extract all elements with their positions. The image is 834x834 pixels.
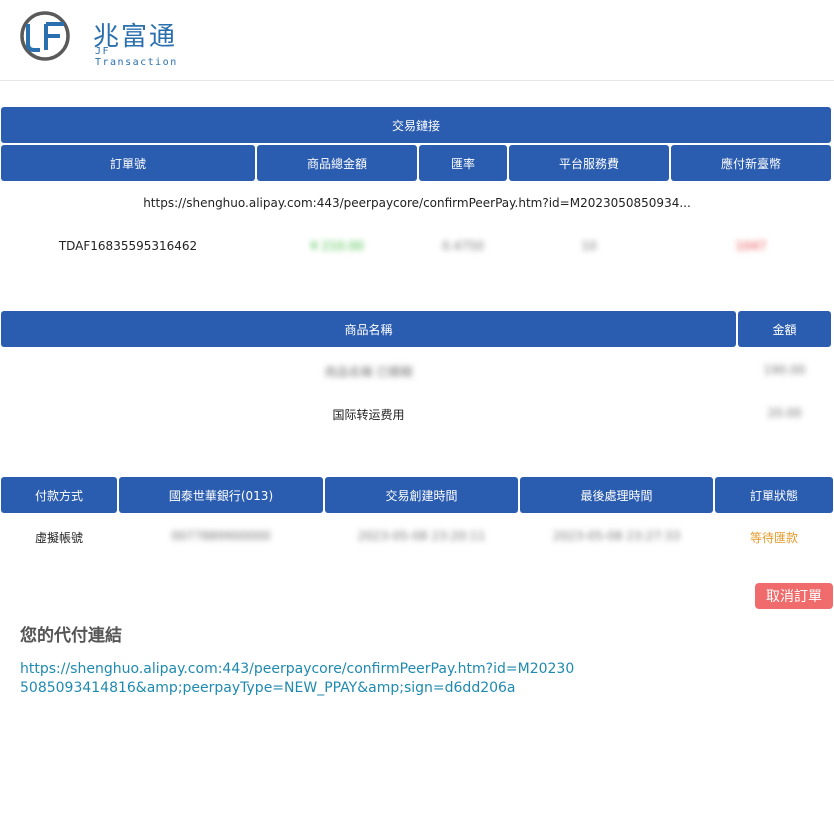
col-item-amount: 金額 xyxy=(738,311,831,347)
payable-value: 1047 xyxy=(735,239,767,253)
col-item-name: 商品名稱 xyxy=(1,311,736,347)
col-bank: 國泰世華銀行(013) xyxy=(119,477,323,513)
cancel-order-button[interactable]: 取消訂單 xyxy=(755,583,833,609)
order-status-badge: 等待匯款 xyxy=(749,531,798,545)
col-order-no: 訂單號 xyxy=(1,145,255,181)
site-header: 兆富通 JF Transaction xyxy=(0,0,834,81)
total-amount-value: ¥ 210.00 xyxy=(310,239,364,253)
col-payable-twd: 應付新臺幣 xyxy=(671,145,831,181)
share-payment-link[interactable]: https://shenghuo.alipay.com:443/peerpayc… xyxy=(20,660,580,698)
fee-value: 10 xyxy=(581,239,597,253)
rate-value: 0.4750 xyxy=(442,239,484,253)
jf-logo-icon xyxy=(20,11,70,61)
item-amount: 20.00 xyxy=(767,406,802,420)
col-order-status: 訂單狀態 xyxy=(715,477,833,513)
created-time-value: 2023-05-08 23:20:11 xyxy=(357,529,486,543)
col-payment-method: 付款方式 xyxy=(1,477,117,513)
col-created-time: 交易創建時間 xyxy=(325,477,518,513)
col-total-amount: 商品總金額 xyxy=(257,145,417,181)
transaction-link-header: 交易鏈接 xyxy=(1,107,831,143)
col-updated-time: 最後處理時間 xyxy=(520,477,713,513)
transaction-link[interactable]: https://shenghuo.alipay.com:443/peerpayc… xyxy=(0,196,834,210)
brand-logo[interactable]: 兆富通 JF Transaction xyxy=(18,10,178,68)
updated-time-value: 2023-05-08 23:27:33 xyxy=(552,529,681,543)
col-platform-fee: 平台服務費 xyxy=(509,145,669,181)
order-number: TDAF16835595316462 xyxy=(58,239,198,253)
item-name: 商品名稱 已模糊 xyxy=(324,365,413,379)
bank-account-value: 0077889900000 xyxy=(171,529,271,543)
col-rate: 匯率 xyxy=(419,145,507,181)
item-name: 国际转运费用 xyxy=(332,408,405,422)
share-link-title: 您的代付連結 xyxy=(20,626,122,646)
payment-method-value: 虛擬帳號 xyxy=(34,531,83,545)
item-amount: 190.00 xyxy=(763,363,806,377)
brand-name-en: JF Transaction xyxy=(95,46,178,68)
